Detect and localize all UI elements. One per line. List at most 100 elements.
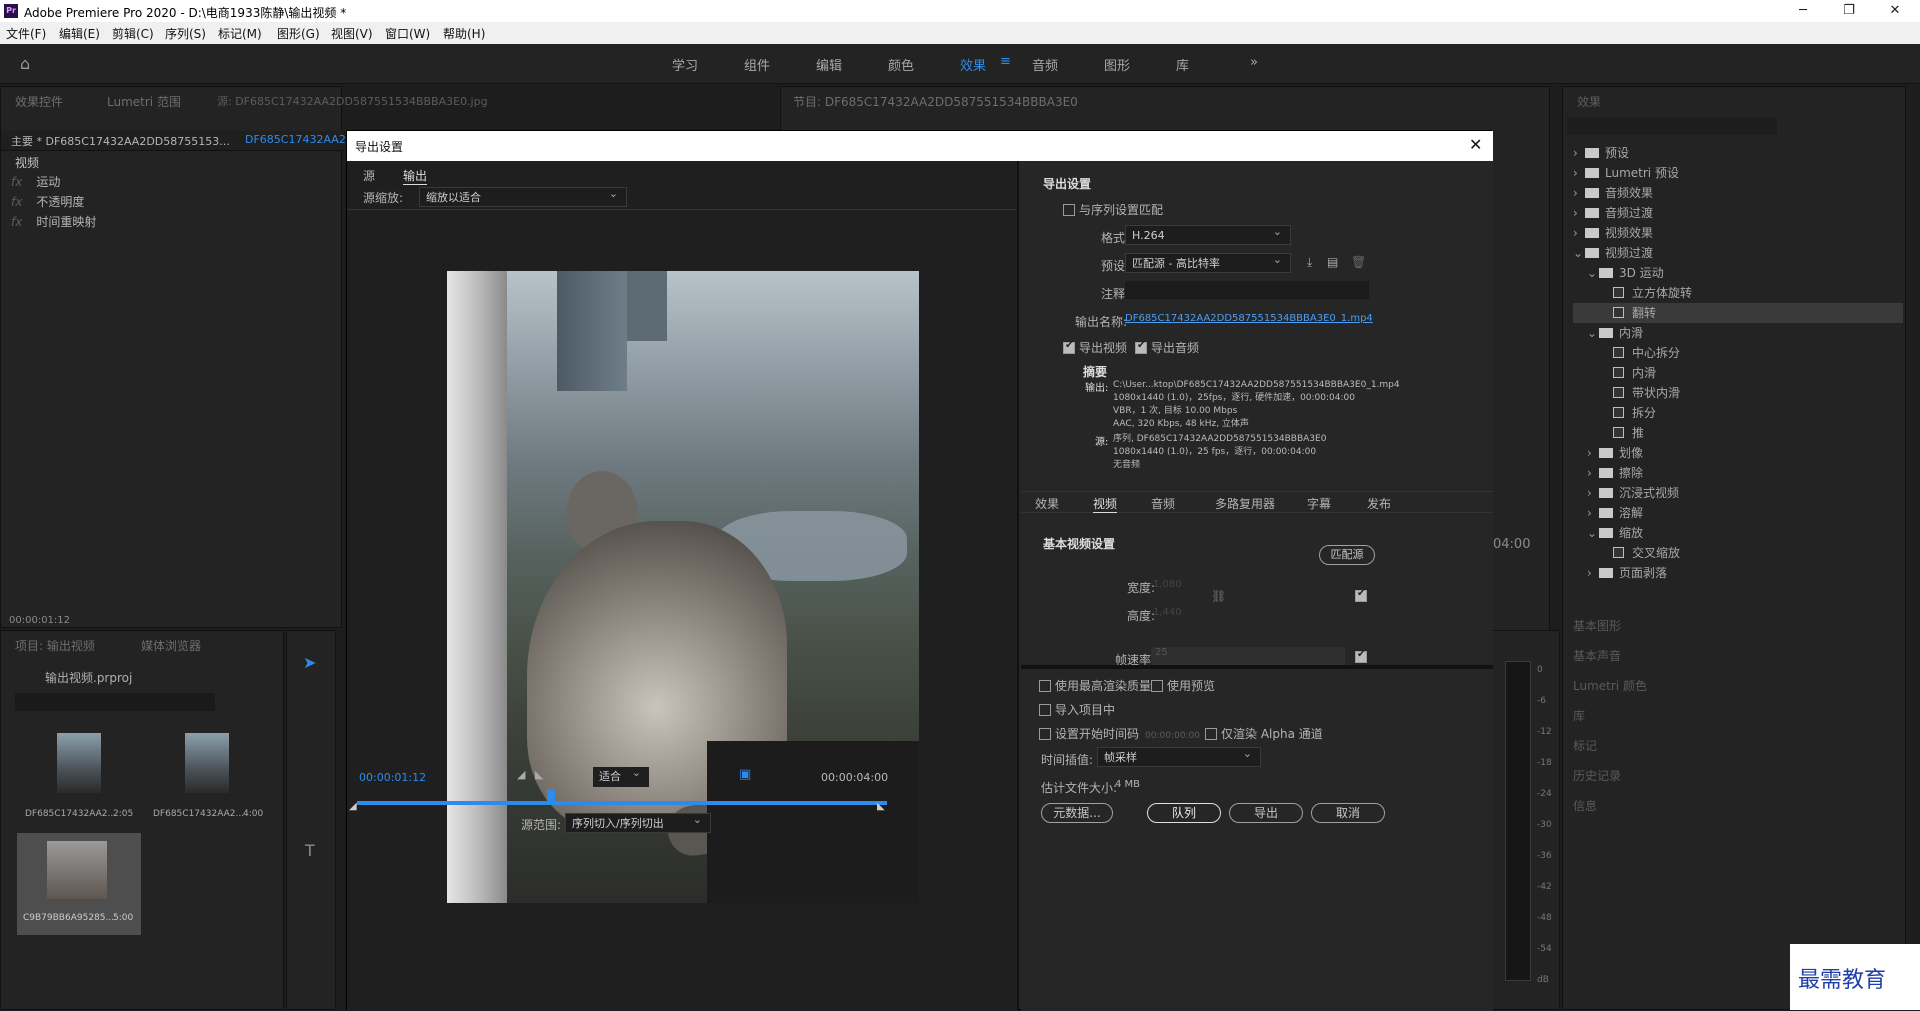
menu-help[interactable]: 帮助(H) [443,25,485,42]
save-preset-icon[interactable]: ⤓ [1307,255,1312,270]
effect-item[interactable]: 带状内滑 [1573,383,1903,403]
effects-folder[interactable]: › 溶解 [1573,503,1903,523]
dialog-close-icon[interactable]: ✕ [1469,135,1482,154]
effect-item[interactable]: 内滑 [1573,363,1903,383]
chevron-right-icon[interactable]: › [1587,483,1599,503]
export-button[interactable]: 导出 [1229,803,1303,823]
tab-lumetri-scopes[interactable]: Lumetri 范围 [107,93,181,110]
summary-header[interactable]: 摘要 [1083,363,1107,380]
home-icon[interactable]: ⌂ [20,54,30,73]
height-value[interactable]: 1,440 [1153,607,1182,618]
timecode-out[interactable]: 00:00:04:00 [821,771,888,784]
type-tool-icon[interactable]: T [305,841,315,860]
effect-opacity[interactable]: fx 不透明度 [11,193,84,210]
master-clip-label[interactable]: 主要 * DF685C17432AA2DD58755153... [11,133,230,149]
tab-effects[interactable]: 效果 [1577,93,1601,110]
timecode-in[interactable]: 00:00:01:12 [359,771,426,784]
effects-folder[interactable]: › 音频效果 [1573,183,1903,203]
workspace-learn[interactable]: 学习 [672,55,698,74]
match-sequence-checkbox[interactable]: 与序列设置匹配 [1063,201,1163,218]
preset-select[interactable]: 匹配源 - 高比特率 [1125,252,1291,273]
effect-item[interactable]: 交叉缩放 [1573,543,1903,563]
chevron-right-icon[interactable]: › [1573,163,1585,183]
comment-input[interactable] [1125,281,1369,299]
effects-folder[interactable]: › 视频效果 [1573,223,1903,243]
basic-video-header[interactable]: 基本视频设置 [1043,535,1115,552]
workspace-color[interactable]: 颜色 [888,55,914,74]
menu-clip[interactable]: 剪辑(C) [112,25,154,42]
panel-libraries[interactable]: 库 [1573,707,1585,724]
import-preset-icon[interactable]: ▤ [1327,255,1338,269]
max-render-quality-checkbox[interactable]: 使用最高渲染质量 [1039,677,1151,694]
panel-lumetri-color[interactable]: Lumetri 颜色 [1573,677,1647,694]
frame-rate-select[interactable]: 25 [1151,647,1345,665]
panel-essential-graphics[interactable]: 基本图形 [1573,617,1621,634]
menu-window[interactable]: 窗口(W) [385,25,430,42]
effect-time-remap[interactable]: fx 时间重映射 [11,213,96,230]
menu-file[interactable]: 文件(F) [6,25,46,42]
effect-motion[interactable]: fx 运动 [11,173,60,190]
range-end-handle[interactable]: ◣ [877,801,885,812]
output-name-link[interactable]: DF685C17432AA2DD587551534BBBA3E0_1.mp4 [1125,313,1373,324]
fit-select[interactable]: 适合 [593,765,649,787]
chevron-right-icon[interactable]: › [1573,183,1585,203]
tab-output[interactable]: 输出 [403,167,428,185]
workspace-editing[interactable]: 编辑 [816,55,842,74]
project-clip-selected[interactable]: C9B79BB6A95285... 5:00 [17,833,141,935]
chevron-right-icon[interactable]: › [1587,463,1599,483]
workspace-menu-icon[interactable]: ≡ [1000,54,1011,69]
mark-out-icon[interactable]: ◣ [535,768,543,781]
chevron-right-icon[interactable]: › [1573,143,1585,163]
tab-effects[interactable]: 效果 [1035,495,1059,512]
tab-audio[interactable]: 音频 [1151,495,1175,512]
effect-item[interactable]: 中心拆分 [1573,343,1903,363]
import-into-project-checkbox[interactable]: 导入项目中 [1039,701,1115,718]
project-clip[interactable]: DF685C17432AA2... 4:00 [145,731,267,831]
tab-effect-controls[interactable]: 效果控件 [15,93,63,110]
project-search-input[interactable] [15,693,215,711]
menu-graphics[interactable]: 图形(G) [277,25,320,42]
effect-item[interactable]: 立方体旋转 [1573,283,1903,303]
chevron-right-icon[interactable]: › [1587,443,1599,463]
more-workspaces-icon[interactable]: » [1250,55,1258,70]
effects-folder[interactable]: ⌄ 3D 运动 [1573,263,1903,283]
workspace-libraries[interactable]: 库 [1176,55,1189,74]
chevron-right-icon[interactable]: › [1573,203,1585,223]
tab-project[interactable]: 项目: 输出视频 [15,637,95,654]
time-interpolation-select[interactable]: 帧采样 [1097,746,1261,767]
maximize-icon[interactable]: ❐ [1826,2,1872,22]
chevron-right-icon[interactable]: › [1573,223,1585,243]
chevron-down-icon[interactable]: ⌄ [1587,263,1599,283]
render-alpha-only-checkbox[interactable]: 仅渲染 Alpha 通道 [1205,725,1323,742]
panel-markers[interactable]: 标记 [1573,737,1597,754]
export-settings-header[interactable]: 导出设置 [1043,175,1091,192]
menu-view[interactable]: 视图(V) [331,25,373,42]
tab-media-browser[interactable]: 媒体浏览器 [141,637,201,654]
tab-source[interactable]: 源: DF685C17432AA2DD587551534BBBA3E0.jpg [217,93,488,109]
tab-source[interactable]: 源 [363,167,375,184]
export-audio-checkbox[interactable]: 导出音频 [1135,339,1199,356]
tab-program[interactable]: 节目: DF685C17432AA2DD587551534BBBA3E0 [793,93,1078,110]
match-source-button[interactable]: 匹配源 [1319,545,1375,565]
menu-markers[interactable]: 标记(M) [218,25,262,42]
effects-folder[interactable]: › 预设 [1573,143,1903,163]
menu-edit[interactable]: 编辑(E) [59,25,100,42]
export-video-checkbox[interactable]: 导出视频 [1063,339,1127,356]
playhead-icon[interactable] [547,789,555,801]
source-range-select[interactable]: 序列切入/序列切出 [565,812,711,833]
effects-folder[interactable]: › 划像 [1573,443,1903,463]
queue-button[interactable]: 队列 [1147,803,1221,823]
chevron-right-icon[interactable]: › [1587,563,1599,583]
minimize-icon[interactable]: ─ [1780,2,1826,22]
project-clip[interactable]: DF685C17432AA2... 2:05 [17,731,139,831]
workspace-audio[interactable]: 音频 [1032,55,1058,74]
effects-folder[interactable]: › 页面剥落 [1573,563,1903,583]
panel-history[interactable]: 历史记录 [1573,767,1621,784]
range-start-handle[interactable]: ◢ [349,801,357,812]
chevron-down-icon[interactable]: ⌄ [1587,523,1599,543]
link-dimensions-icon[interactable]: ⛓ [1211,589,1226,603]
panel-info[interactable]: 信息 [1573,797,1597,814]
effect-item[interactable]: 翻转 [1573,303,1903,323]
effects-folder[interactable]: › 擦除 [1573,463,1903,483]
tab-captions[interactable]: 字幕 [1307,495,1331,512]
